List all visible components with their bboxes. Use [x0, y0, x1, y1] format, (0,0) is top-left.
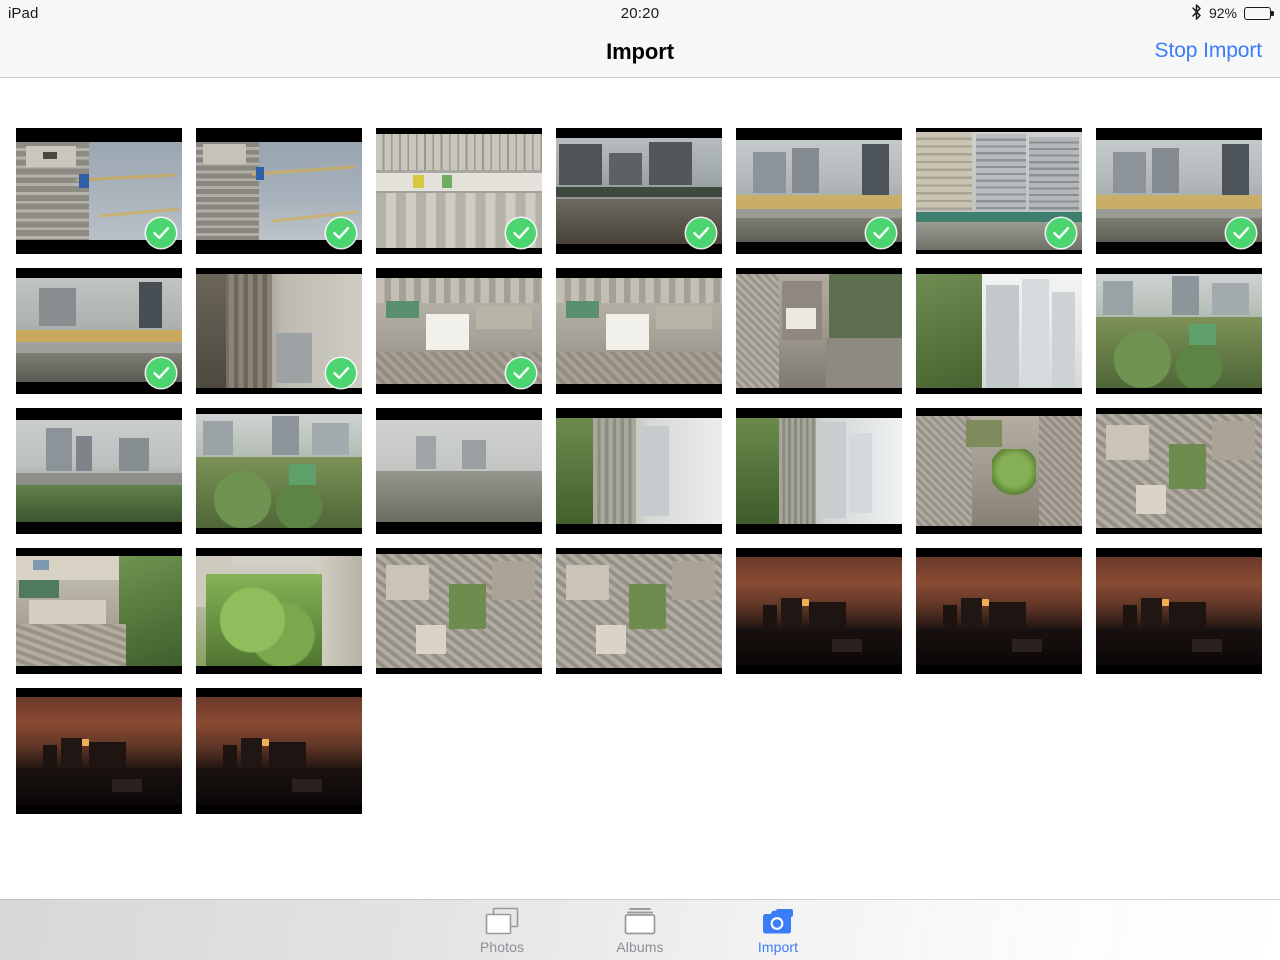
photo-rooftop-aerial-1[interactable] [376, 128, 542, 254]
photo-thumbnail-image [916, 274, 1082, 388]
battery-icon [1244, 6, 1274, 20]
photo-thumbnail-image [196, 697, 362, 805]
status-bar-right: 92% [1191, 3, 1274, 23]
photo-thumbnail-image [736, 557, 902, 665]
selected-check-icon [326, 218, 356, 248]
photo-grid-row [16, 128, 1280, 254]
photo-distant-skyline-1[interactable] [376, 408, 542, 534]
status-bar-clock: 20:20 [620, 4, 660, 22]
selected-check-icon [326, 358, 356, 388]
photo-tile-roofs-1[interactable] [376, 268, 542, 394]
photo-street-rotated-1[interactable] [196, 268, 362, 394]
photo-grid-row [16, 548, 1280, 674]
albums-folder-icon [624, 905, 656, 935]
photo-construction-crane-2[interactable] [196, 128, 362, 254]
photo-treetops-towers-1[interactable] [916, 268, 1082, 394]
photo-alley-aerial-1[interactable] [736, 268, 902, 394]
tab-photos[interactable]: Photos [433, 905, 571, 955]
photo-thumbnail-image [736, 418, 902, 524]
photo-grid-row [16, 408, 1280, 534]
tab-import-label: Import [757, 939, 799, 955]
photo-thumbnail-image [196, 556, 362, 666]
photo-thumbnail-image [1096, 557, 1262, 665]
photo-sunset-skyline-4[interactable] [16, 688, 182, 814]
photo-city-greenery-1[interactable] [196, 408, 362, 534]
photo-courtyard-aerial-1[interactable] [916, 408, 1082, 534]
selected-check-icon [686, 218, 716, 248]
tab-photos-label: Photos [479, 939, 525, 955]
stop-import-button[interactable]: Stop Import [1155, 39, 1263, 63]
photo-sunset-skyline-3[interactable] [1096, 548, 1262, 674]
selected-check-icon [1226, 218, 1256, 248]
selected-check-icon [146, 218, 176, 248]
photo-grid-row [16, 268, 1280, 394]
navigation-bar: Import Stop Import [0, 26, 1280, 78]
selected-check-icon [506, 358, 536, 388]
photo-thumbnail-image [16, 420, 182, 522]
selected-check-icon [506, 218, 536, 248]
photo-sunset-skyline-5[interactable] [196, 688, 362, 814]
selected-check-icon [866, 218, 896, 248]
photos-stack-icon [485, 905, 519, 935]
photo-thumbnail-image [1096, 414, 1262, 528]
tab-import[interactable]: Import [709, 905, 847, 955]
photo-thumbnail-image [916, 416, 1082, 526]
photo-grid[interactable] [0, 79, 1280, 899]
photo-thumbnail-image [736, 274, 902, 388]
selected-check-icon [146, 358, 176, 388]
tab-albums-label: Albums [616, 939, 664, 955]
ipad-photos-import-screen: iPad 20:20 92% Import Stop Import Photos… [0, 0, 1280, 960]
photo-thumbnail-image [376, 420, 542, 522]
photo-skyline-haze-2[interactable] [1096, 128, 1262, 254]
photo-construction-crane-1[interactable] [16, 128, 182, 254]
selected-check-icon [1046, 218, 1076, 248]
photo-thumbnail-image [556, 554, 722, 668]
photo-thumbnail-image [556, 278, 722, 384]
photo-rooftops-aerial-2[interactable] [1096, 408, 1262, 534]
battery-percent-label: 92% [1208, 5, 1237, 21]
photo-thumbnail-image [376, 554, 542, 668]
photo-thumbnail-image [16, 556, 182, 666]
page-title: Import [606, 39, 674, 64]
photo-skyline-towers-1[interactable] [16, 408, 182, 534]
photo-city-overpass-1[interactable] [16, 268, 182, 394]
photo-thumbnail-image [196, 414, 362, 528]
photo-thumbnail-image [556, 418, 722, 524]
photo-house-roof-1[interactable] [16, 548, 182, 674]
photo-tree-alley-1[interactable] [196, 548, 362, 674]
photo-rooftops-aerial-4[interactable] [556, 548, 722, 674]
camera-icon [762, 905, 794, 935]
photo-street-rotated-2[interactable] [556, 408, 722, 534]
photo-apartment-block-1[interactable] [916, 128, 1082, 254]
photo-thumbnail-image [1096, 274, 1262, 388]
bluetooth-icon [1191, 3, 1202, 23]
photo-sunset-skyline-1[interactable] [736, 548, 902, 674]
photo-green-canopy-1[interactable] [1096, 268, 1262, 394]
photo-street-rotated-3[interactable] [736, 408, 902, 534]
photo-thumbnail-image [916, 557, 1082, 665]
photo-grid-row [16, 688, 1280, 814]
photo-skyline-haze-1[interactable] [736, 128, 902, 254]
photo-city-rail-1[interactable] [556, 128, 722, 254]
photo-sunset-skyline-2[interactable] [916, 548, 1082, 674]
photo-tile-roofs-2[interactable] [556, 268, 722, 394]
tab-bar: Photos Albums Import [0, 899, 1280, 960]
photo-rooftops-aerial-3[interactable] [376, 548, 542, 674]
status-bar: iPad 20:20 92% [0, 0, 1280, 26]
photo-thumbnail-image [16, 697, 182, 805]
tab-albums[interactable]: Albums [571, 905, 709, 955]
